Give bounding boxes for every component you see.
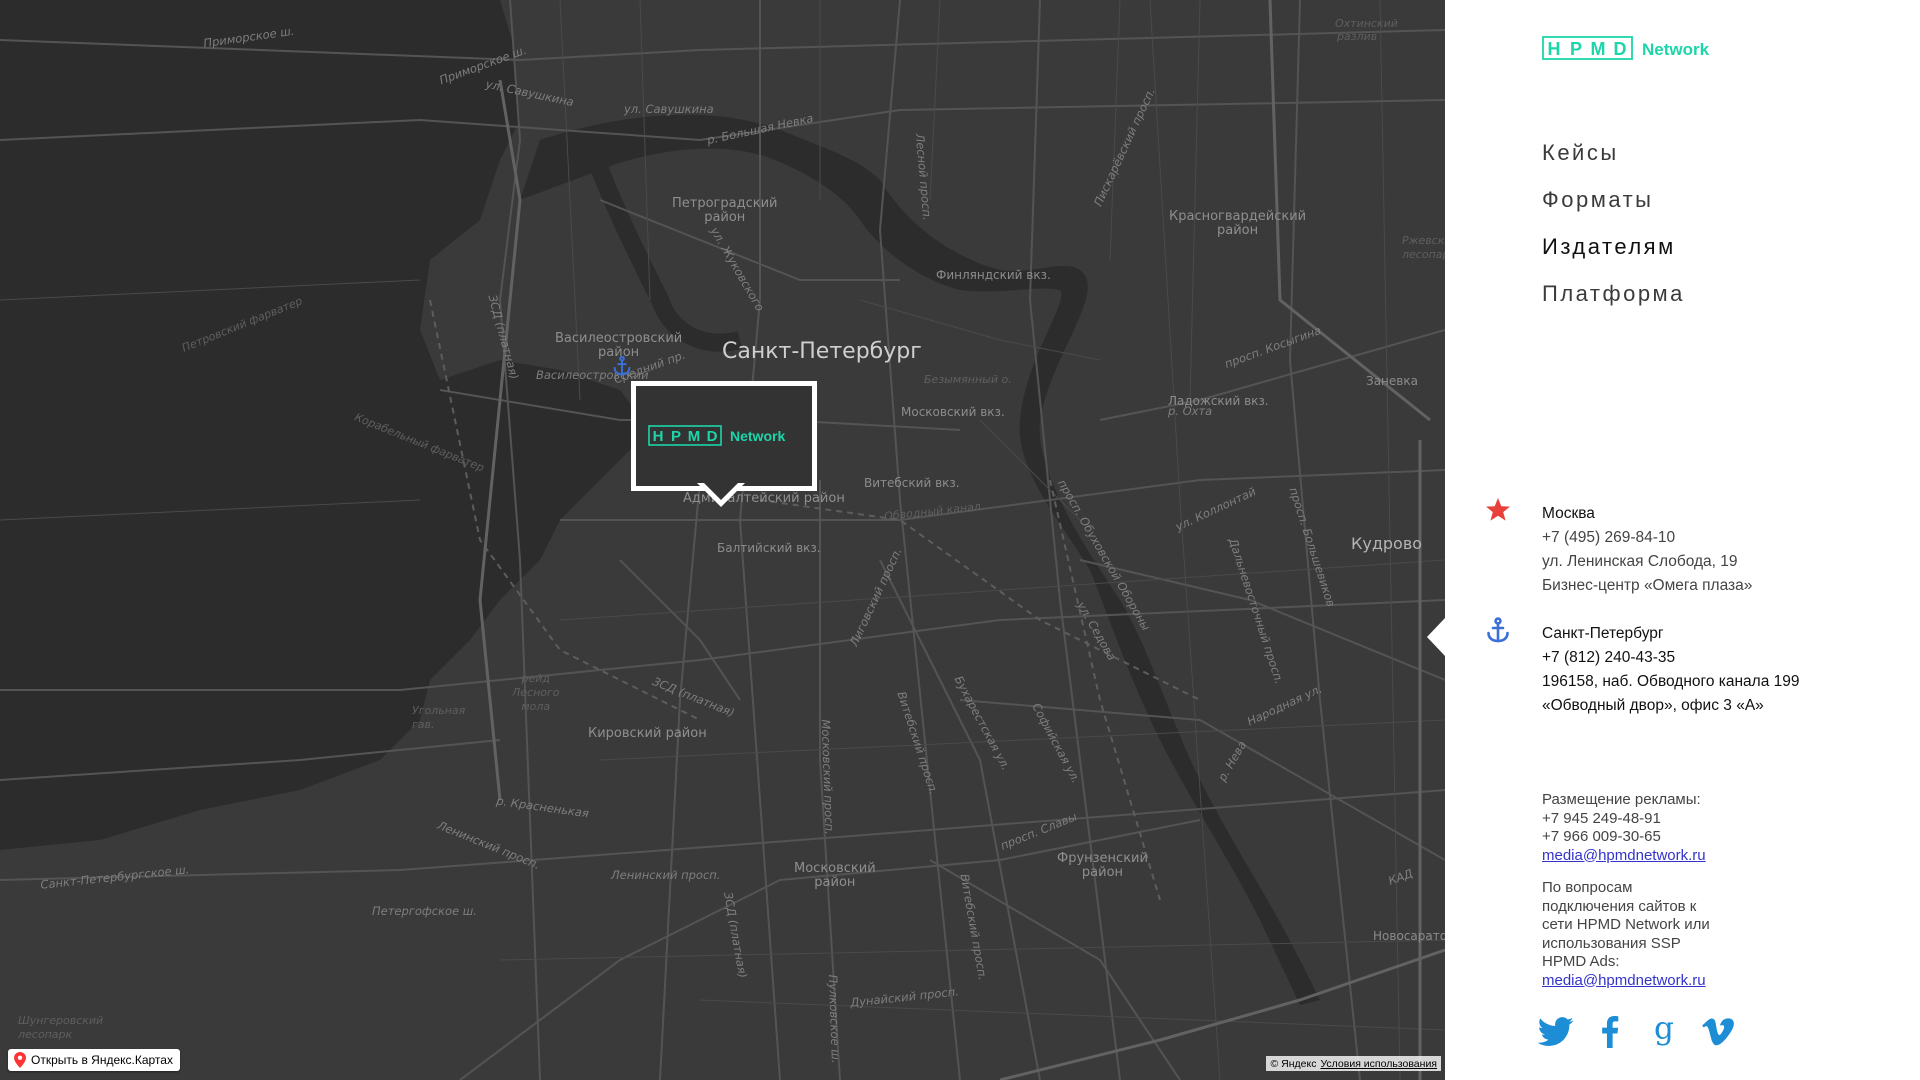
- map-label-kirovsky: Кировский район: [588, 726, 707, 741]
- map-label-petergofskoe: Петергофское ш.: [372, 904, 477, 918]
- google-plus-link[interactable]: g: [1645, 1015, 1683, 1049]
- ssp-text-line3: сети HPMD Network или: [1542, 916, 1710, 933]
- map-label-vitebsky-vkz: Витебский вкз.: [864, 476, 960, 490]
- map-copyright: © Яндекс Условия использования: [1266, 1056, 1441, 1071]
- map-label-shungerovsky: Шунгеровский лесопарк: [18, 1014, 104, 1041]
- ads-phone1: +7 945 249-48-91: [1542, 809, 1661, 827]
- office-city: Санкт-Петербург: [1542, 625, 1664, 642]
- office-phone: +7 (812) 240-43-35: [1542, 649, 1676, 666]
- map-label-frunzensky: Фрунзенский район: [1057, 851, 1148, 880]
- balloon-logo-word: Network: [730, 428, 785, 444]
- brand-logo-word: Network: [1642, 40, 1710, 59]
- map-label-moskovsky: Московский район: [794, 861, 876, 890]
- map-label-bezymyanny: Безымянный о.: [924, 373, 1012, 386]
- map-label-rzhevsky: Ржевскийлесопар: [1402, 234, 1445, 261]
- ssp-text-line4: использования SSP: [1542, 934, 1681, 952]
- facebook-icon: [1602, 1016, 1619, 1048]
- balloon-logo-letter-h: H: [653, 428, 664, 445]
- map-label-kudrovo: Кудрово: [1351, 534, 1423, 553]
- map-balloon[interactable]: H P M D Network: [631, 381, 817, 507]
- ads-email-link[interactable]: media@hpmdnetwork.ru: [1542, 847, 1706, 864]
- map-label-okhtinsky: Охтинский: [1335, 17, 1398, 30]
- svg-text:g: g: [1654, 1015, 1674, 1047]
- map-city-label: Санкт-Петербург: [722, 339, 922, 364]
- office-phone: +7 (495) 269-84-10: [1542, 529, 1676, 546]
- map-label-okhtinsky2: разлив: [1337, 30, 1378, 43]
- twitter-link[interactable]: [1537, 1015, 1575, 1049]
- map-label-ladozhsky-vkz: Ладожский вкз.: [1168, 394, 1269, 408]
- main-nav: Кейсы Форматы Издателям Платформа: [1542, 138, 1685, 326]
- nav-item-cases[interactable]: Кейсы: [1542, 138, 1685, 185]
- sidebar-pointer: [1427, 618, 1445, 656]
- map-label-finlyandsky: Финляндский вкз.: [936, 268, 1051, 282]
- vimeo-icon: [1702, 1018, 1734, 1046]
- map-label-krasnogvardeysky: Красногвардейский район: [1169, 209, 1307, 238]
- map-label-baltiysky-vkz: Балтийский вкз.: [717, 541, 821, 555]
- terms-link[interactable]: Условия использования: [1320, 1058, 1437, 1070]
- open-in-yandex-label: Открыть в Яндекс.Картах: [31, 1053, 173, 1067]
- ads-phone2: +7 966 009-30-65: [1542, 828, 1661, 845]
- sidebar: H P M D Network Кейсы Форматы Издателям …: [1427, 0, 1920, 1080]
- office-address-line1: 196158, наб. Обводного канала 199: [1542, 673, 1800, 690]
- map-label-moskovsky-vkz: Московский вкз.: [901, 405, 1005, 419]
- map[interactable]: Приморское ш. Приморское ш. ул. Савушкин…: [0, 0, 1445, 1080]
- social-links: g: [1537, 1015, 1737, 1049]
- map-label-leninsky-pr: Ленинский просп.: [611, 868, 721, 882]
- brand-logo[interactable]: H P M D Network: [1542, 36, 1732, 62]
- balloon-logo-letter-m: M: [688, 428, 701, 445]
- contacts: Размещение рекламы: +7 945 249-48-91 +7 …: [1542, 791, 1762, 990]
- map-anchor-marker-icon[interactable]: [611, 354, 633, 378]
- ssp-text-line2: подключения сайтов к: [1542, 897, 1697, 915]
- star-icon: [1486, 498, 1510, 521]
- map-label-zanevka: Заневка: [1366, 374, 1418, 388]
- brand-logo-letter-p: P: [1570, 39, 1582, 59]
- copyright-text: © Яндекс: [1270, 1057, 1317, 1070]
- google-plus-icon: g: [1654, 1015, 1674, 1047]
- office-spb: Санкт-Петербург +7 (812) 240-43-35 19615…: [1487, 617, 1800, 718]
- nav-item-platform[interactable]: Платформа: [1542, 279, 1685, 326]
- office-address-line2: Бизнес-центр «Омега плаза»: [1542, 577, 1753, 594]
- ads-title: Размещение рекламы:: [1542, 791, 1701, 808]
- anchor-icon: [1487, 617, 1509, 643]
- map-label-reyd: рейд Лесного мола: [512, 672, 560, 713]
- facebook-link[interactable]: [1591, 1015, 1629, 1049]
- vimeo-link[interactable]: [1699, 1015, 1737, 1049]
- ssp-text-line1: По вопросам: [1542, 879, 1633, 896]
- open-in-yandex-maps-button[interactable]: Открыть в Яндекс.Картах: [8, 1049, 180, 1071]
- gulf-water: [0, 0, 650, 850]
- brand-logo-letter-d: D: [1614, 39, 1627, 59]
- map-label-savushkina2: ул. Савушкина: [624, 102, 714, 116]
- nav-item-publishers[interactable]: Издателям: [1542, 232, 1685, 279]
- map-pin-icon: [14, 1052, 26, 1068]
- nav-item-formats[interactable]: Форматы: [1542, 185, 1685, 232]
- brand-logo-letter-m: M: [1591, 39, 1606, 59]
- balloon-logo-letter-d: D: [707, 428, 718, 445]
- ssp-email-link[interactable]: media@hpmdnetwork.ru: [1542, 972, 1706, 989]
- map-label-ugolnaya: Угольная гав.: [412, 704, 466, 731]
- ssp-text-line5: HPMD Ads:: [1542, 953, 1620, 970]
- office-address-line1: ул. Ленинская Слобода, 19: [1542, 553, 1738, 570]
- map-label-petrogradsky: Петроградский район: [672, 196, 778, 225]
- balloon-logo: H P M D Network: [648, 425, 785, 446]
- office-city: Москва: [1542, 505, 1595, 522]
- map-label-novosaratovka: Новосаратовка: [1373, 929, 1445, 943]
- office-moscow: Москва +7 (495) 269-84-10 ул. Ленинская …: [1486, 498, 1753, 598]
- twitter-icon: [1538, 1017, 1574, 1046]
- balloon-logo-letter-p: P: [671, 428, 681, 445]
- office-address-line2: «Обводный двор», офис 3 «А»: [1542, 697, 1764, 714]
- brand-logo-letter-h: H: [1548, 39, 1561, 59]
